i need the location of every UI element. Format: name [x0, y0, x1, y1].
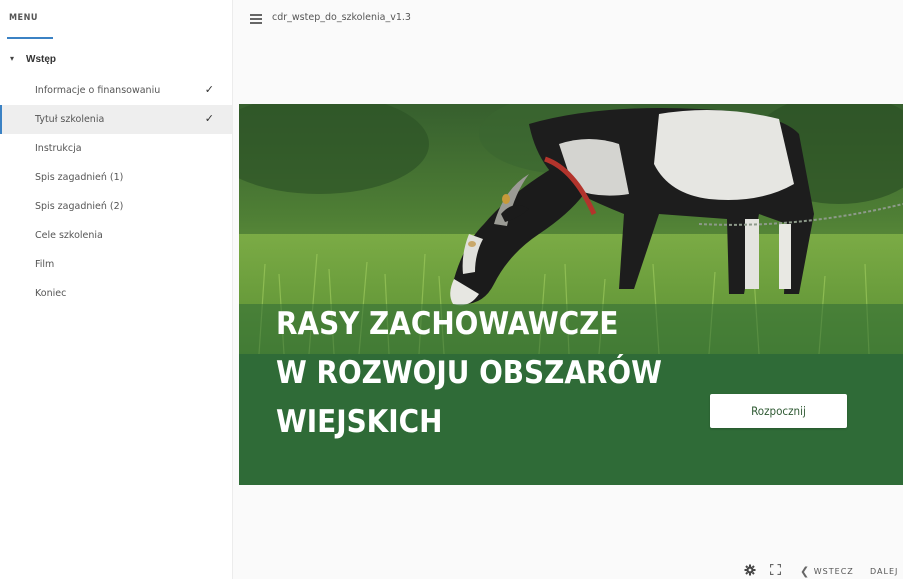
headline-line-2: W ROZWOJU OBSZARÓW [276, 355, 662, 391]
headline-line-1: RASY ZACHOWAWCZE [276, 306, 619, 342]
chevron-left-icon: ❮ [800, 565, 811, 578]
course-title: cdr_wstep_do_szkolenia_v1.3 [272, 12, 411, 23]
start-button[interactable]: Rozpocznij [710, 394, 847, 428]
sidebar-item-film[interactable]: Film [0, 250, 232, 279]
sidebar-item-label: Cele szkolenia [35, 230, 103, 241]
gear-icon[interactable] [744, 564, 756, 576]
collapse-caret-icon[interactable]: ▾ [10, 54, 14, 63]
sidebar-item-label: Film [35, 259, 55, 270]
slide-headline: RASY ZACHOWAWCZE W ROZWOJU OBSZARÓW WIEJ… [276, 300, 662, 447]
sidebar-item-informacje-o-finansowaniu[interactable]: Informacje o finansowaniu ✓ [0, 76, 232, 105]
sidebar-item-instrukcja[interactable]: Instrukcja [0, 134, 232, 163]
sidebar-item-label: Tytuł szkolenia [35, 114, 105, 125]
sidebar-item-koniec[interactable]: Koniec [0, 279, 232, 308]
next-button[interactable]: DALEJ ❯ [870, 564, 903, 578]
top-bar: cdr_wstep_do_szkolenia_v1.3 [232, 0, 903, 40]
sidebar-item-tytul-szkolenia[interactable]: Tytuł szkolenia ✓ [0, 105, 232, 134]
sidebar-item-label: Spis zagadnień (2) [35, 201, 124, 212]
sidebar-menu: MENU ▾ Wstęp Informacje o finansowaniu ✓… [0, 0, 233, 579]
headline-line-3: WIEJSKICH [276, 404, 443, 440]
sidebar-item-spis-zagadnien-1[interactable]: Spis zagadnień (1) [0, 163, 232, 192]
prev-label: WSTECZ [813, 567, 854, 576]
menu-title: MENU [9, 13, 38, 23]
sidebar-item-label: Spis zagadnień (1) [35, 172, 124, 183]
title-slide: RASY ZACHOWAWCZE W ROZWOJU OBSZARÓW WIEJ… [239, 104, 903, 485]
sidebar-item-label: Informacje o finansowaniu [35, 85, 161, 96]
section-label: Wstęp [26, 54, 56, 65]
checkmark-icon: ✓ [204, 113, 214, 125]
next-label: DALEJ [870, 567, 899, 576]
sidebar-item-label: Instrukcja [35, 143, 82, 154]
checkmark-icon: ✓ [204, 84, 214, 96]
hamburger-menu-icon[interactable] [250, 14, 262, 24]
section-wstep[interactable]: ▾ Wstęp [0, 48, 232, 72]
menu-header: MENU [0, 0, 232, 40]
sidebar-item-label: Koniec [35, 288, 67, 299]
menu-items: Informacje o finansowaniu ✓ Tytuł szkole… [0, 76, 232, 308]
menu-underline [7, 37, 53, 39]
sidebar-item-spis-zagadnien-2[interactable]: Spis zagadnień (2) [0, 192, 232, 221]
sidebar-item-cele-szkolenia[interactable]: Cele szkolenia [0, 221, 232, 250]
prev-button[interactable]: ❮ WSTECZ [800, 564, 854, 578]
fullscreen-icon[interactable] [770, 564, 781, 575]
